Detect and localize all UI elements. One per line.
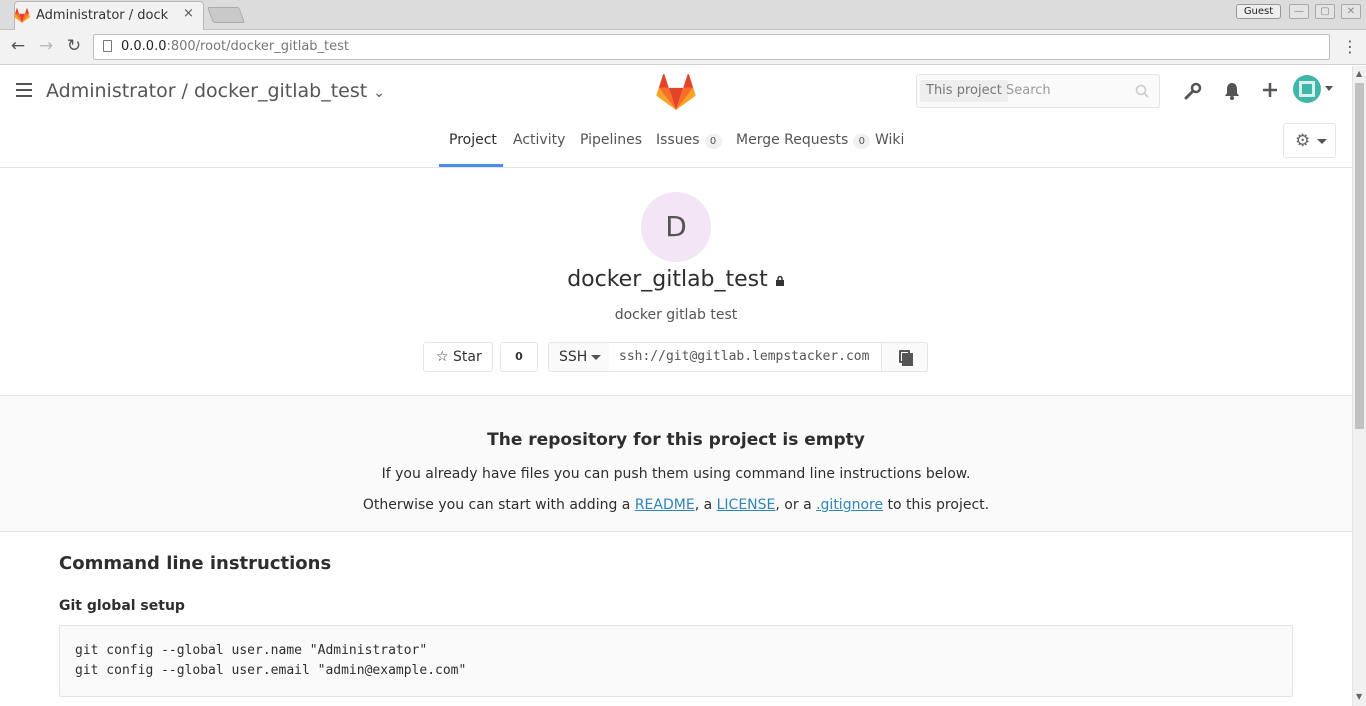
project-description: docker gitlab test <box>614 307 738 323</box>
bell-icon[interactable] <box>1224 82 1240 100</box>
project-avatar: D <box>641 192 711 262</box>
cli-instructions-title: Command line instructions <box>59 553 332 574</box>
tab-wiki[interactable]: Wiki <box>875 132 904 148</box>
tab-pipelines[interactable]: Pipelines <box>580 132 642 148</box>
new-tab-button[interactable] <box>207 7 245 23</box>
lock-icon <box>775 275 784 286</box>
empty-repo-line2: Otherwise you can start with adding a RE… <box>362 497 990 513</box>
tab-issues[interactable]: Issues 0 <box>656 132 722 149</box>
hamburger-menu-icon[interactable] <box>16 83 32 97</box>
active-tab-indicator <box>439 164 503 167</box>
git-global-setup-code[interactable]: git config --global user.name "Administr… <box>59 625 1293 697</box>
gitignore-link[interactable]: .gitignore <box>816 497 883 513</box>
minimize-button[interactable]: — <box>1289 4 1309 19</box>
settings-dropdown-button[interactable]: ⚙ <box>1283 123 1336 158</box>
scroll-down-arrow-icon[interactable]: ▼ <box>1356 692 1362 701</box>
gitlab-page: Administrator / docker_gitlab_test ⌄ Thi… <box>0 66 1352 706</box>
browser-tab-title: Administrator / dock <box>36 7 169 23</box>
license-link[interactable]: LICENSE <box>717 497 776 513</box>
readme-link[interactable]: README <box>635 497 695 513</box>
page-icon <box>103 40 112 52</box>
plus-icon[interactable] <box>1262 82 1278 98</box>
top-header: Administrator / docker_gitlab_test ⌄ Thi… <box>0 66 1352 116</box>
tab-project[interactable]: Project <box>449 132 497 148</box>
issues-count-badge: 0 <box>704 134 722 149</box>
gitlab-logo-icon[interactable] <box>656 74 696 110</box>
reload-button[interactable]: ↻ <box>64 36 84 56</box>
chevron-down-icon <box>1317 139 1327 144</box>
maximize-button[interactable]: ▢ <box>1315 4 1335 19</box>
address-bar-row: ← → ↻ 0.0.0.0:800/root/docker_gitlab_tes… <box>0 30 1366 65</box>
chevron-down-icon: ⌄ <box>373 85 385 101</box>
browser-menu-button[interactable]: ⋮ <box>1342 37 1358 56</box>
project-subnav: Project Activity Pipelines Issues 0 Merge… <box>0 116 1352 168</box>
scroll-thumb[interactable] <box>1355 83 1364 429</box>
empty-repo-line1: If you already have files you can push t… <box>381 466 971 482</box>
chevron-down-icon <box>591 355 601 360</box>
page-scrollbar[interactable]: ▲ ▼ <box>1352 66 1366 706</box>
project-name: docker_gitlab_test <box>0 267 1352 292</box>
url-path: :800/root/docker_gitlab_test <box>166 39 350 54</box>
guest-profile-badge[interactable]: Guest <box>1236 4 1281 19</box>
gear-icon: ⚙ <box>1295 131 1311 151</box>
chevron-down-icon[interactable] <box>1325 86 1333 91</box>
copy-url-button[interactable] <box>881 342 928 372</box>
git-global-setup-title: Git global setup <box>59 598 185 614</box>
clone-protocol-dropdown[interactable]: SSH <box>548 342 610 372</box>
search-scope-badge[interactable]: This project <box>920 80 1008 102</box>
browser-tab-strip: Administrator / dock × Guest — ▢ ✕ <box>0 0 1366 31</box>
tab-activity[interactable]: Activity <box>513 132 565 148</box>
browser-tab-content[interactable]: Administrator / dock <box>14 4 194 26</box>
star-button[interactable]: ☆ Star <box>423 342 493 372</box>
empty-repo-title: The repository for this project is empty <box>487 430 865 450</box>
tab-close-icon[interactable]: × <box>183 6 194 21</box>
forward-button[interactable]: → <box>36 36 56 56</box>
search-icon[interactable] <box>1135 84 1149 98</box>
close-window-button[interactable]: ✕ <box>1341 4 1361 19</box>
search-field[interactable]: This project Search <box>916 74 1160 108</box>
wrench-icon[interactable] <box>1184 82 1202 100</box>
scroll-up-arrow-icon[interactable]: ▲ <box>1356 69 1362 78</box>
tab-merge-requests[interactable]: Merge Requests 0 <box>736 132 871 149</box>
search-input[interactable]: Search <box>1006 83 1051 98</box>
breadcrumb-title: Administrator / docker_gitlab_test <box>46 80 368 102</box>
url-field[interactable]: 0.0.0.0:800/root/docker_gitlab_test <box>93 34 1330 60</box>
back-button[interactable]: ← <box>8 36 28 56</box>
url-host: 0.0.0.0 <box>121 39 167 54</box>
star-count[interactable]: 0 <box>500 342 538 372</box>
user-avatar[interactable] <box>1293 75 1321 103</box>
project-breadcrumb[interactable]: Administrator / docker_gitlab_test ⌄ <box>46 80 385 102</box>
empty-repo-notice: The repository for this project is empty… <box>0 395 1352 532</box>
clone-url-field[interactable]: ssh://git@gitlab.lempstacker.com <box>609 342 882 372</box>
gitlab-favicon-icon <box>14 7 30 23</box>
star-icon: ☆ <box>436 349 449 365</box>
project-name-text: docker_gitlab_test <box>567 267 768 292</box>
merge-requests-count-badge: 0 <box>853 134 871 149</box>
